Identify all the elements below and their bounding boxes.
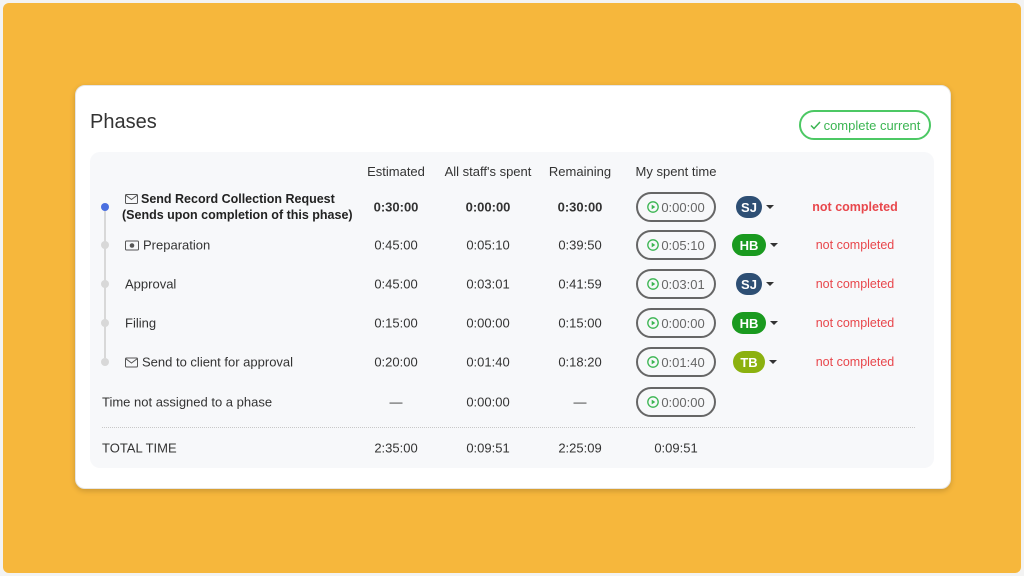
my-spent-value: 0:01:40	[661, 354, 705, 370]
timer-button[interactable]: 0:03:01	[636, 269, 716, 299]
remaining-value: —	[573, 394, 587, 410]
timer-button[interactable]: 0:00:00	[636, 387, 716, 417]
status-label: not completed	[815, 277, 895, 291]
assignee-dropdown[interactable]: SJ	[736, 196, 774, 218]
phases-table: Estimated All staff's spent Remaining My…	[90, 152, 934, 468]
my-spent-value: 0:00:00	[661, 199, 705, 215]
my-spent-value: 0:00:00	[661, 394, 705, 410]
status-label: not completed	[812, 200, 898, 214]
timeline-dot-current	[101, 203, 109, 211]
play-icon	[647, 317, 660, 329]
status-label: not completed	[815, 238, 895, 252]
total-my-spent: 0:09:51	[654, 440, 698, 456]
status-label: not completed	[815, 316, 895, 330]
caret-down-icon	[769, 360, 777, 364]
avatar: SJ	[736, 273, 762, 295]
phase-row[interactable]: Send to client for approval 0:20:00 0:01…	[90, 343, 934, 381]
unassigned-label: Time not assigned to a phase	[102, 394, 273, 410]
timeline-dot	[101, 319, 109, 327]
play-icon	[647, 356, 660, 368]
unassigned-row: Time not assigned to a phase — 0:00:00 —…	[90, 383, 934, 421]
avatar: TB	[733, 351, 765, 373]
total-divider	[102, 427, 915, 428]
my-spent-value: 0:03:01	[661, 276, 705, 292]
play-icon	[647, 278, 660, 290]
phase-row[interactable]: Approval 0:45:00 0:03:01 0:41:59 0:03:01…	[90, 265, 934, 303]
my-spent-value: 0:00:00	[661, 315, 705, 331]
check-icon	[810, 120, 821, 130]
assignee-dropdown[interactable]: HB	[732, 234, 778, 256]
caret-down-icon	[766, 205, 774, 209]
remaining-value: 0:41:59	[558, 276, 602, 292]
phase-name: Filing	[125, 315, 157, 331]
caret-down-icon	[766, 282, 774, 286]
phase-name: Approval	[125, 276, 177, 292]
avatar: HB	[732, 312, 766, 334]
phase-name: Preparation	[143, 237, 211, 253]
phase-row[interactable]: Preparation 0:45:00 0:05:10 0:39:50 0:05…	[90, 226, 934, 264]
card-title: Phases	[90, 111, 157, 133]
phases-card: Phases complete current Estimated All st…	[75, 85, 951, 489]
phase-subtitle: (Sends upon completion of this phase)	[122, 208, 353, 222]
assignee-dropdown[interactable]: HB	[732, 312, 778, 334]
my-spent-value: 0:05:10	[661, 237, 705, 253]
complete-current-label: complete current	[823, 117, 921, 133]
avatar: HB	[732, 234, 766, 256]
remaining-value: 0:30:00	[557, 199, 603, 215]
assignee-dropdown[interactable]: SJ	[736, 273, 774, 295]
phase-row[interactable]: Send Record Collection Request (Sends up…	[90, 188, 934, 226]
caret-down-icon	[770, 243, 778, 247]
status-label: not completed	[815, 355, 895, 369]
timeline-dot	[101, 241, 109, 249]
complete-current-button[interactable]: complete current	[799, 110, 931, 140]
envelope-icon	[125, 194, 138, 204]
total-remaining: 2:25:09	[558, 440, 602, 456]
avatar: SJ	[736, 196, 762, 218]
phase-name: Send to client for approval	[142, 354, 294, 370]
play-icon	[647, 396, 660, 408]
play-icon	[647, 239, 660, 251]
timeline-dot	[101, 280, 109, 288]
remaining-value: 0:39:50	[558, 237, 602, 253]
remaining-value: 0:18:20	[558, 354, 602, 370]
caret-down-icon	[770, 321, 778, 325]
timer-button[interactable]: 0:05:10	[636, 230, 716, 260]
timer-button[interactable]: 0:01:40	[636, 347, 716, 377]
phase-name: Send Record Collection Request	[141, 192, 335, 206]
total-label: TOTAL TIME	[102, 440, 177, 456]
remaining-value: 0:15:00	[558, 315, 602, 331]
assignee-dropdown[interactable]: TB	[733, 351, 777, 373]
phase-row[interactable]: Filing 0:15:00 0:00:00 0:15:00 0:00:00 H…	[90, 304, 934, 342]
total-row: TOTAL TIME 2:35:00 0:09:51 2:25:09 0:09:…	[90, 429, 934, 467]
timer-button[interactable]: 0:00:00	[636, 192, 716, 222]
timer-button[interactable]: 0:00:00	[636, 308, 716, 338]
envelope-icon	[125, 357, 138, 367]
header-my-spent-time: My spent time	[635, 164, 717, 179]
play-icon	[647, 201, 660, 213]
timeline-dot	[101, 358, 109, 366]
money-icon	[125, 240, 139, 250]
header-remaining: Remaining	[548, 164, 612, 179]
